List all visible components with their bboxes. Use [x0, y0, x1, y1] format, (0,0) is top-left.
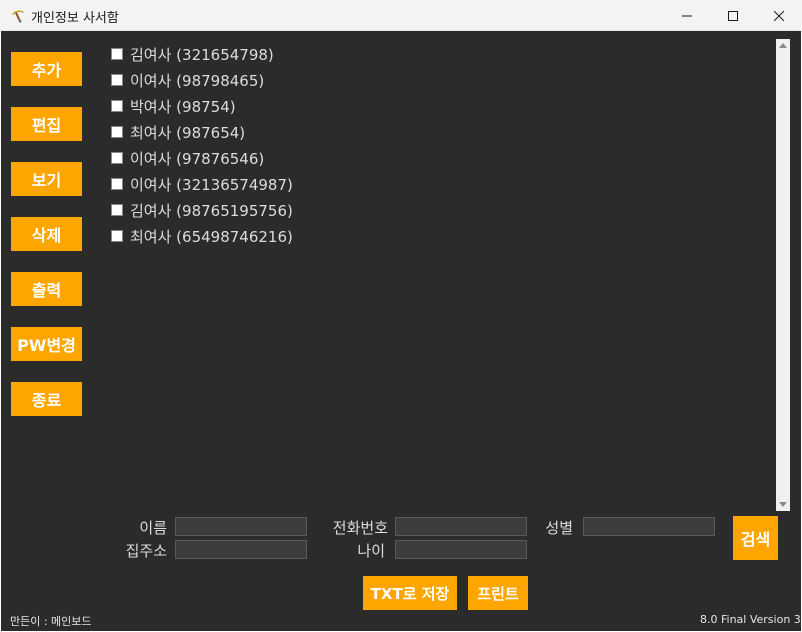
- list-item[interactable]: 이여사 (97876546): [111, 145, 264, 171]
- close-button[interactable]: [756, 0, 802, 31]
- edit-button[interactable]: 편집: [11, 107, 82, 141]
- item-checkbox[interactable]: [111, 178, 123, 190]
- minimize-icon: [682, 6, 692, 25]
- close-icon: [773, 6, 785, 25]
- phone-field[interactable]: [395, 517, 527, 536]
- exit-button[interactable]: 종료: [11, 382, 82, 416]
- item-label: 최여사 (65498746216): [130, 227, 293, 246]
- item-label: 이여사 (32136574987): [130, 175, 293, 194]
- item-checkbox[interactable]: [111, 74, 123, 86]
- maximize-icon: [728, 6, 738, 25]
- item-label: 이여사 (97876546): [130, 149, 265, 168]
- change-password-button[interactable]: PW변경: [11, 327, 82, 361]
- view-button[interactable]: 보기: [11, 162, 82, 196]
- item-label: 이여사 (98798465): [130, 71, 265, 90]
- list-item[interactable]: 최여사 (65498746216): [111, 223, 293, 249]
- age-label: 나이: [357, 542, 385, 560]
- age-field[interactable]: [395, 540, 527, 559]
- name-field[interactable]: [175, 517, 307, 536]
- scroll-down-arrow-icon[interactable]: [779, 502, 787, 507]
- list-scrollbar[interactable]: [776, 39, 790, 511]
- list-item[interactable]: 최여사 (987654): [111, 119, 245, 145]
- item-label: 김여사 (98765195756): [130, 201, 293, 220]
- phone-label: 전화번호: [332, 519, 388, 537]
- item-label: 박여사 (98754): [130, 97, 236, 116]
- list-item[interactable]: 이여사 (32136574987): [111, 171, 293, 197]
- app-icon: [10, 8, 26, 24]
- address-field[interactable]: [175, 540, 307, 559]
- main-panel: 추가 편집 보기 삭제 출력 PW변경 종료 김여사 (321654798) 이…: [1, 31, 801, 631]
- list-item[interactable]: 김여사 (98765195756): [111, 197, 293, 223]
- list-item[interactable]: 김여사 (321654798): [111, 41, 274, 67]
- gender-label: 성별: [545, 519, 573, 537]
- list-item[interactable]: 이여사 (98798465): [111, 67, 264, 93]
- output-button[interactable]: 출력: [11, 272, 82, 306]
- item-checkbox[interactable]: [111, 204, 123, 216]
- title-bar: 개인정보 사서함: [0, 0, 802, 31]
- item-checkbox[interactable]: [111, 126, 123, 138]
- item-label: 최여사 (987654): [130, 123, 246, 142]
- window-title: 개인정보 사서함: [31, 11, 119, 26]
- item-label: 김여사 (321654798): [130, 45, 274, 64]
- save-txt-button[interactable]: TXT로 저장: [363, 576, 457, 610]
- name-label: 이름: [139, 519, 167, 537]
- print-button[interactable]: 프린트: [468, 576, 528, 610]
- item-checkbox[interactable]: [111, 152, 123, 164]
- search-button[interactable]: 검색: [733, 516, 778, 560]
- minimize-button[interactable]: [664, 0, 710, 31]
- item-checkbox[interactable]: [111, 230, 123, 242]
- scroll-up-arrow-icon[interactable]: [779, 43, 787, 48]
- address-label: 집주소: [125, 542, 167, 560]
- maximize-button[interactable]: [710, 0, 756, 31]
- gender-field[interactable]: [583, 517, 715, 536]
- author-credit: 만든이 : 메인보드: [10, 615, 92, 628]
- add-button[interactable]: 추가: [11, 52, 82, 86]
- version-label: 8.0 Final Version 3: [700, 613, 801, 626]
- delete-button[interactable]: 삭제: [11, 217, 82, 251]
- item-checkbox[interactable]: [111, 48, 123, 60]
- item-checkbox[interactable]: [111, 100, 123, 112]
- list-item[interactable]: 박여사 (98754): [111, 93, 236, 119]
